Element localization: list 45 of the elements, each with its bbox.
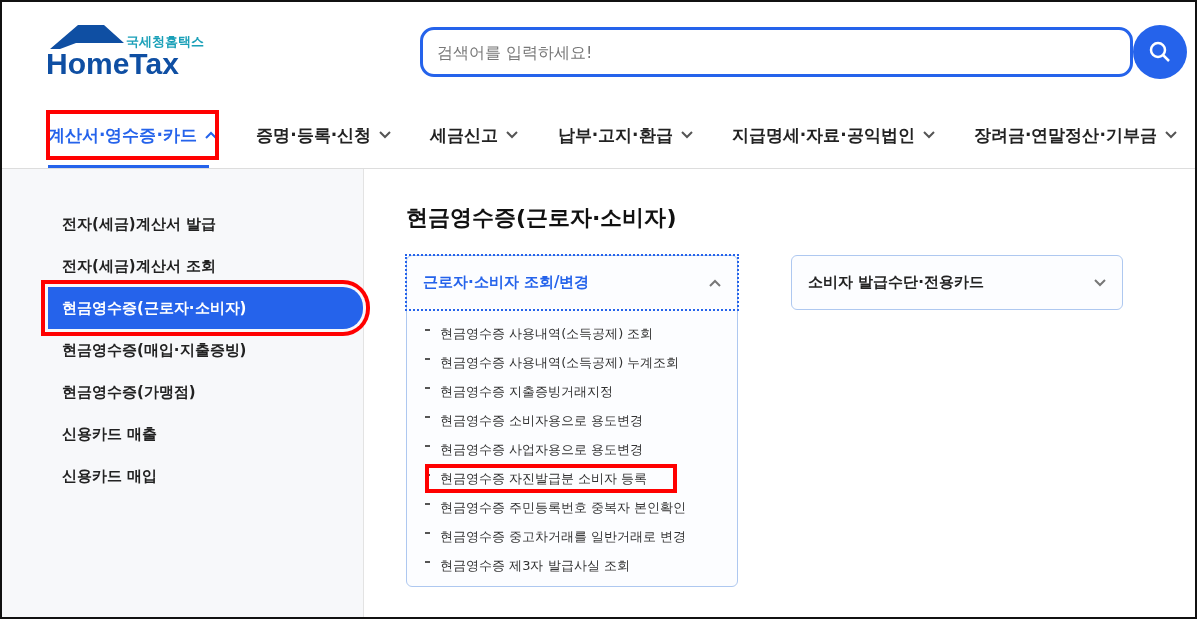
submenu-link[interactable]: 현금영수증 제3자 발급사실 조회 <box>425 551 660 580</box>
search-field[interactable]: 검색어를 입력하세요! <box>420 27 1133 77</box>
submenu-link[interactable]: 현금영수증 사용내역(소득공제) 조회 <box>425 319 684 348</box>
search-button[interactable] <box>1133 25 1187 79</box>
nav-menu-item[interactable]: 증명·등록·신청 <box>246 102 402 168</box>
dash-icon <box>425 502 430 505</box>
chevron-down-icon <box>680 131 693 139</box>
sidebar-item[interactable]: 신용카드 매입 <box>48 455 363 497</box>
nav-menu-item[interactable]: 세금신고 <box>420 102 529 168</box>
dash-icon <box>425 328 430 331</box>
submenu-link[interactable]: 현금영수증 자진발급분 소비자 등록 <box>425 464 678 493</box>
accordion-header[interactable]: 근로자·소비자 조회/변경 <box>407 256 737 309</box>
submenu-link[interactable]: 현금영수증 중고차거래를 일반거래로 변경 <box>425 522 717 551</box>
nav-menu-item[interactable]: 납부·고지·환급 <box>547 102 703 168</box>
sidebar-item[interactable]: 신용카드 매출 <box>48 413 363 455</box>
dash-icon <box>425 357 430 360</box>
chevron-down-icon <box>1164 131 1177 139</box>
chevron-down-icon <box>506 131 519 139</box>
chevron-down-icon <box>379 131 392 139</box>
submenu-link[interactable]: 현금영수증 사업자용으로 용도변경 <box>425 435 674 464</box>
chevron-up-icon <box>709 278 721 287</box>
dash-icon <box>425 560 430 563</box>
page-title: 현금영수증(근로자·소비자) <box>406 204 678 232</box>
chevron-up-icon <box>204 131 217 139</box>
nav-menu-item[interactable]: 장려금·연말정산·기부금 <box>964 102 1187 168</box>
dash-icon <box>425 415 430 418</box>
sidebar-item[interactable]: 전자(세금)계산서 발급 <box>48 203 363 245</box>
chevron-down-icon <box>1094 278 1106 287</box>
sidebar-item[interactable]: 현금영수증(가맹점) <box>48 371 363 413</box>
dash-icon <box>425 444 430 447</box>
nav-menu-item[interactable]: 계산서·영수증·카드 <box>38 102 227 168</box>
logo-wordmark: HomeTax <box>46 49 179 79</box>
sidebar-item[interactable]: 전자(세금)계산서 조회 <box>48 245 363 287</box>
search-icon <box>1148 40 1172 64</box>
dash-icon <box>425 531 430 534</box>
dash-icon <box>425 386 430 389</box>
logo-subtitle: 국세청홈택스 <box>126 33 204 51</box>
sidebar-item[interactable]: 현금영수증(매입·지출증빙) <box>48 329 363 371</box>
accordion-header[interactable]: 소비자 발급수단·전용카드 <box>792 256 1122 309</box>
chevron-down-icon <box>922 131 935 139</box>
submenu-link[interactable]: 현금영수증 소비자용으로 용도변경 <box>425 406 674 435</box>
nav-menu-item[interactable]: 지급명세·자료·공익법인 <box>721 102 945 168</box>
submenu-link[interactable]: 현금영수증 주민등록번호 중복자 본인확인 <box>425 493 717 522</box>
submenu-link[interactable]: 현금영수증 지출증빙거래지정 <box>425 377 644 406</box>
submenu-link[interactable]: 현금영수증 사용내역(소득공제) 누계조회 <box>425 348 710 377</box>
